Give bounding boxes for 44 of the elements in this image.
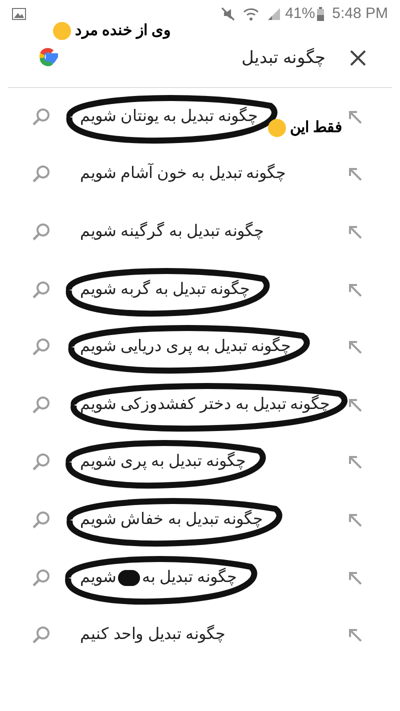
fill-query-arrow-icon[interactable] <box>348 340 362 354</box>
search-icon <box>32 222 50 241</box>
suggestion-text: چگونه تبدیل واحد کنیم <box>80 624 226 646</box>
signal-icon <box>267 7 282 21</box>
battery-percentage: 41% <box>285 4 316 24</box>
suggestion-text: شویم <box>80 568 116 588</box>
fill-query-arrow-icon[interactable] <box>348 110 362 124</box>
handwritten-note: فقط این <box>290 118 342 138</box>
search-icon <box>32 626 50 644</box>
wifi-icon <box>243 7 260 21</box>
fill-query-arrow-icon[interactable] <box>348 628 362 642</box>
suggestion-text: چگونه تبدیل به یونتان شویم <box>80 106 258 127</box>
fill-query-arrow-icon[interactable] <box>348 167 362 182</box>
search-field[interactable]: چگونه تبدیل <box>241 44 326 70</box>
battery-icon <box>317 7 324 21</box>
search-icon <box>32 510 50 529</box>
suggestion-text: چگونه تبدیل به <box>142 566 237 588</box>
suggestion-text: چگونه تبدیل به دختر کفشدوزکی شویم <box>80 394 330 415</box>
emoji-icon <box>53 22 71 40</box>
search-icon <box>32 568 50 587</box>
search-icon <box>32 338 50 356</box>
suggestion-text: چگونه تبدیل به خفاش شویم <box>80 508 263 530</box>
search-icon <box>32 165 50 184</box>
fill-query-arrow-icon[interactable] <box>348 398 362 412</box>
picture-notification-icon <box>12 8 26 20</box>
search-icon <box>32 280 50 299</box>
search-icon <box>32 108 50 126</box>
suggestion-text: چگونه تبدیل به گربه شویم <box>80 278 250 300</box>
suggestion-text: چگونه تبدیل به خون آشام شویم <box>80 162 286 184</box>
close-icon[interactable] <box>350 50 366 66</box>
suggestion-text: چگونه تبدیل به گرگینه شویم <box>80 220 264 242</box>
fill-query-arrow-icon[interactable] <box>348 455 362 470</box>
search-icon <box>32 453 50 472</box>
mute-icon <box>221 7 236 21</box>
suggestion-text: چگونه تبدیل به پری شویم <box>80 450 246 472</box>
fill-query-arrow-icon[interactable] <box>348 512 362 527</box>
emoji-icon <box>268 119 286 138</box>
fill-query-arrow-icon[interactable] <box>348 224 362 239</box>
fill-query-arrow-icon[interactable] <box>348 570 362 585</box>
fill-query-arrow-icon[interactable] <box>348 282 362 297</box>
clock: 5:48 PM <box>332 4 388 24</box>
suggestion-text: چگونه تبدیل به پری دریایی شویم <box>80 336 292 358</box>
handwritten-note: وی از خنده مرد <box>75 21 171 41</box>
search-icon <box>32 396 50 414</box>
